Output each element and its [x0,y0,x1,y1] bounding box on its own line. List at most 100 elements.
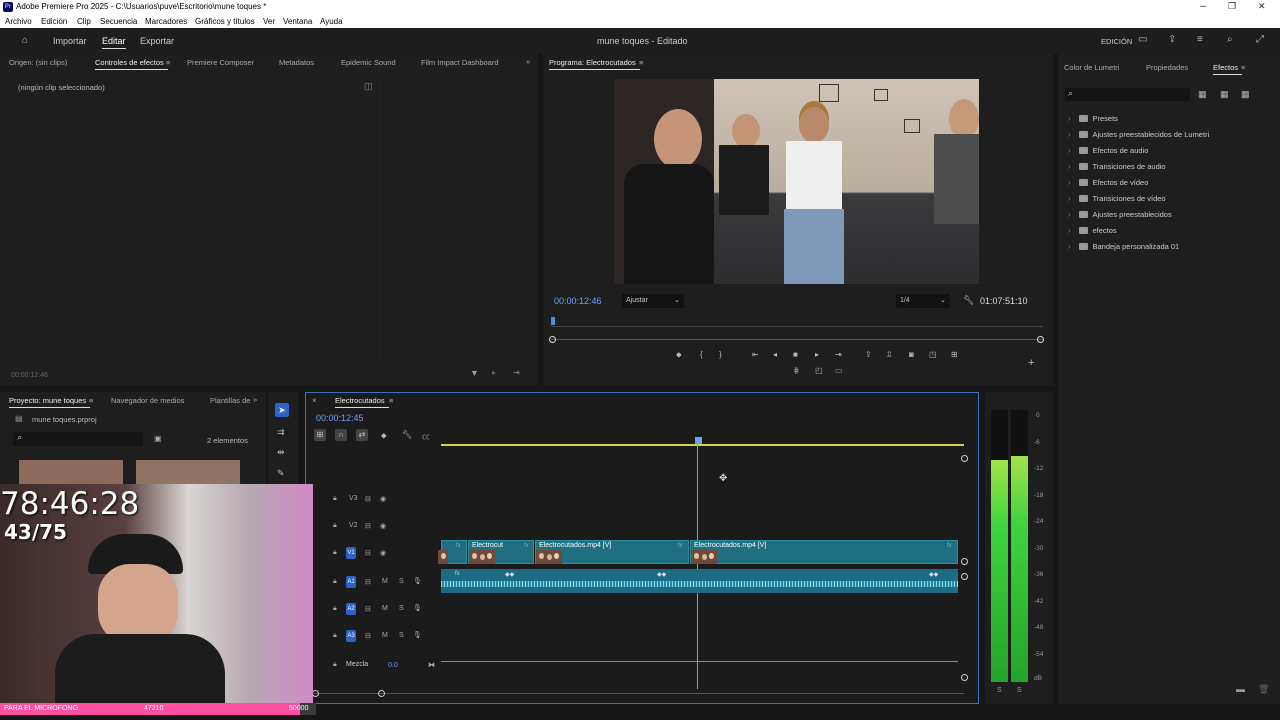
track-label-a2[interactable]: A2 [346,603,356,615]
extract-icon[interactable]: ⇫ [886,350,893,359]
track-label-v3[interactable]: V3 [349,495,358,502]
tab-premiere-composer[interactable]: Premiere Composer [187,58,254,67]
fit-dropdown[interactable]: Ajustar ⌄ [622,294,684,308]
timeline-settings-icon[interactable]: 🔧︎ [402,430,412,439]
effect-folder-efectos[interactable]: › efectos [1068,226,1117,235]
video-frame[interactable] [614,79,979,284]
selection-tool-icon[interactable]: ➤ [275,403,289,417]
zoom-handle-left[interactable] [549,336,556,343]
timeline-timecode[interactable]: 00:00:12:45 [316,413,364,423]
menu-secuencia[interactable]: Secuencia [100,17,137,26]
add-button-icon[interactable]: + [1028,357,1034,369]
menu-ver[interactable]: Ver [263,17,275,26]
add-marker-icon[interactable]: ⬥ [381,431,387,441]
step-forward-icon[interactable]: ▸ [815,350,819,359]
accelerated-effects-icon[interactable]: ▦ [1198,89,1207,100]
workspace-mode[interactable]: EDICIÓN [1101,37,1132,46]
menu-graficos[interactable]: Gráficos y títulos [195,17,255,26]
sync-lock-icon[interactable]: ⊟ [365,549,371,557]
captions-icon[interactable]: ㏄ [422,431,430,442]
solo-left-button[interactable]: S [997,687,1002,694]
more-tabs-icon[interactable]: » [526,57,530,66]
lock-icon[interactable]: 🔒︎ [333,632,337,640]
new-bin-icon[interactable]: ▬ [1236,684,1245,694]
lock-icon[interactable]: 🔒︎ [333,578,337,586]
delete-icon[interactable]: 🗑︎ [1258,684,1269,695]
tab-sequence[interactable]: Electrocutados [335,396,389,408]
home-icon[interactable]: ⌂ [22,35,28,46]
workspaces-icon[interactable]: ≡ [1197,34,1203,45]
restore-icon[interactable]: ❐ [1228,1,1236,12]
effect-folder-video[interactable]: › Efectos de vídeo [1068,178,1148,187]
video-clip-0[interactable]: fx [438,540,467,564]
tab-controles-efectos[interactable]: Controles de efectos [95,58,168,70]
microphone-icon[interactable]: 🎙︎ [413,577,422,585]
menu-ayuda[interactable]: Ayuda [320,17,343,26]
audio-clip-a1[interactable]: fx ◆◆ ◆◆ ◆◆ [441,569,958,593]
zoom-handle-right[interactable] [1037,336,1044,343]
safe-margins-icon[interactable]: ⋕ [793,366,800,375]
tab-metadatos[interactable]: Metadatos [279,58,314,67]
menu-clip[interactable]: Clip [77,17,91,26]
tab-origen[interactable]: Origen: (sin clips) [9,58,67,67]
nav-importar[interactable]: Importar [53,36,87,46]
effect-folder-lumetri[interactable]: › Ajustes preestablecidos de Lumetri [1068,130,1209,139]
camera-icon[interactable]: ◙ [909,350,914,359]
close-tab-icon[interactable]: × [312,396,317,405]
effect-folder-audio[interactable]: › Efectos de audio [1068,146,1148,155]
lock-icon[interactable]: 🔒︎ [333,661,337,669]
tab-propiedades[interactable]: Propiedades [1146,63,1188,72]
sync-lock-icon[interactable]: ⊟ [365,522,371,530]
new-bin-icon[interactable]: ▣ [154,434,162,443]
ripple-edit-icon[interactable]: ⇹ [277,447,285,458]
sync-lock-icon[interactable]: ⊟ [365,578,371,586]
effects-menu-icon[interactable]: ≡ [1241,63,1245,72]
nav-exportar[interactable]: Exportar [140,36,174,46]
compare-icon[interactable]: ◳ [929,350,937,359]
a-scroll-handle[interactable] [961,573,968,580]
project-thumbnail-2[interactable] [136,460,240,484]
h-scroll-right-handle[interactable] [378,690,385,697]
sync-lock-icon[interactable]: ⊟ [365,605,371,613]
v-scroll-top-handle[interactable] [961,455,968,462]
toggle-timeline-icon[interactable]: ◫ [364,81,373,92]
close-icon[interactable]: ✕ [1258,1,1266,12]
tab-epidemic-sound[interactable]: Epidemic Sound [341,58,396,67]
mute-icon[interactable]: M [382,605,388,612]
project-search-input[interactable]: ⌕ [13,432,143,446]
resolution-dropdown[interactable]: 1/4 ⌄ [896,294,950,308]
multicam-icon[interactable]: ▭ [835,366,843,375]
effect-folder-custom-bin[interactable]: › Bandeja personalizada 01 [1068,242,1179,251]
mix-end-icon[interactable]: ⧓ [428,661,435,669]
sync-lock-icon[interactable]: ⊟ [365,632,371,640]
panel-layout-icon[interactable]: ▭ [1138,34,1147,45]
a-scroll-bottom-handle[interactable] [961,674,968,681]
h-scroll-bar[interactable] [314,693,964,694]
tab-lumetri[interactable]: Color de Lumetri [1064,63,1119,72]
snap-icon[interactable]: ∩ [335,429,347,441]
track-label-v1[interactable]: V1 [346,547,356,559]
effect-folder-video-transitions[interactable]: › Transiciones de vídeo [1068,194,1166,203]
microphone-icon[interactable]: 🎙︎ [413,604,422,612]
export-frame-icon[interactable]: ⇥ [513,368,520,377]
menu-ventana[interactable]: Ventana [283,17,312,26]
eye-icon[interactable]: ◉ [380,495,386,503]
effect-folder-presets-user[interactable]: › Ajustes preestablecidos [1068,210,1172,219]
solo-icon[interactable]: S [399,632,404,639]
stop-icon[interactable]: ■ [793,350,798,359]
yuv-effects-icon[interactable]: ▦ [1241,89,1250,100]
vr-icon[interactable]: ⊞ [951,350,958,359]
lock-icon[interactable]: 🔒︎ [333,495,337,503]
trim-icon[interactable]: ◰ [815,366,823,375]
tab-menu-icon[interactable]: ≡ [166,58,170,67]
zoom-bar[interactable] [551,339,1043,340]
tab-film-impact[interactable]: Film Impact Dashboard [421,58,499,67]
timeline-ruler[interactable] [441,437,964,446]
project-menu-icon[interactable]: ≡ [89,396,93,405]
menu-edicion[interactable]: Edición [41,17,67,26]
tab-efectos[interactable]: Efectos [1213,63,1243,75]
go-to-in-icon[interactable]: ⇤ [752,350,759,359]
nav-editar[interactable]: Editar [102,36,126,49]
effects-search-input[interactable]: ⌕ [1065,88,1190,101]
search-icon[interactable]: ⌕ [1227,34,1233,45]
